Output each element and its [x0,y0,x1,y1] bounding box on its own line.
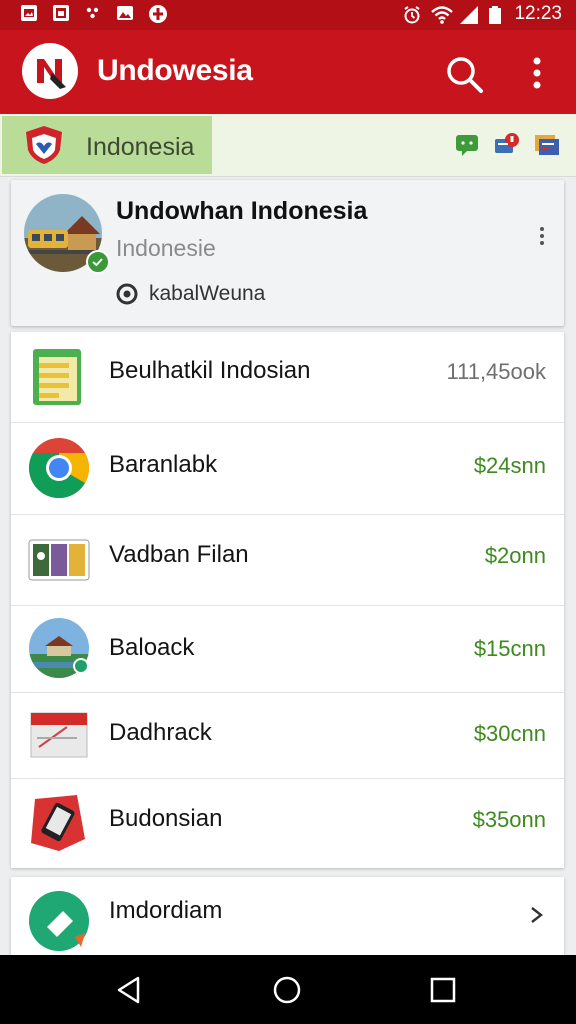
alarm-icon [402,5,421,24]
home-icon[interactable] [272,975,302,1005]
bottom-list-item[interactable]: Imdordiam [11,877,564,955]
list-item-title: Budonsian [109,805,223,832]
list-item[interactable]: Baloack $15cnn [11,606,564,693]
app-icon [148,4,167,23]
recents-icon[interactable] [428,975,458,1005]
status-time: 12:23 [514,3,562,24]
tag-icon [27,889,91,953]
list-item-title: Baloack [109,634,195,661]
landmark-icon [27,616,91,680]
spreadsheet-icon [27,345,91,409]
profile-name: Undowhan Indonesia [116,197,368,225]
app-bar: Undowesia [0,30,576,114]
gallery-icon [27,528,91,592]
list-item-value: $2onn [484,543,546,568]
wifi-icon [430,5,454,24]
bottom-item-title: Imdordiam [109,897,223,924]
country-chip[interactable]: Indonesia [2,116,212,174]
list-item[interactable]: Budonsian $35onn [11,779,564,868]
chevron-right-icon[interactable] [529,905,545,925]
list-item[interactable]: Beulhatkil Indosian 111,45ook [11,332,564,423]
profile-card[interactable]: Undowhan Indonesia Indonesie kabalWeuna [11,180,564,326]
list-item-title: Beulhatkil Indosian [109,357,311,384]
search-icon[interactable] [442,52,486,96]
envelope-icon [27,703,91,767]
list-item-value: $24snn [473,453,546,478]
status-bar: 12:23 [0,0,576,30]
dots-icon [84,4,102,22]
signal-icon [458,5,479,24]
nav-bar [0,955,576,1024]
profile-meta: kabalWeuna [149,282,266,305]
verified-badge-icon [86,250,110,274]
list-item-title: Dadhrack [109,719,212,746]
more-vert-icon[interactable] [535,224,549,248]
more-vert-icon[interactable] [522,52,552,96]
notification-icon[interactable] [494,131,520,157]
list-item-value: $35onn [472,807,546,832]
list-item[interactable]: Baranlabk $24snn [11,423,564,515]
image-icon [52,4,70,22]
image-icon [20,4,38,22]
list-item[interactable]: Dadhrack $30cnn [11,693,564,779]
list-item-title: Vadban Filan [109,541,249,568]
list-item-title: Baranlabk [109,451,218,478]
item-list: Beulhatkil Indosian 111,45ook Baranlabk … [11,332,564,868]
shield-flag-icon [22,124,66,166]
list-item-value: 111,45ook [446,359,547,384]
filter-strip: Indonesia [0,114,576,177]
list-item[interactable]: Vadban Filan $2onn [11,515,564,606]
app-logo-icon[interactable] [22,43,78,99]
list-item-value: $30cnn [473,721,546,746]
list-item-value: $15cnn [473,636,546,661]
message-icon[interactable] [454,131,480,157]
chrome-icon [27,436,91,500]
phone-icon [27,791,91,855]
card-icon[interactable] [534,131,560,157]
profile-subtitle: Indonesie [116,235,216,261]
photo-icon [116,4,134,22]
clock-icon [116,283,138,305]
battery-icon [486,5,504,24]
back-icon[interactable] [114,975,144,1005]
app-title: Undowesia [97,54,253,87]
chip-label: Indonesia [86,133,195,161]
